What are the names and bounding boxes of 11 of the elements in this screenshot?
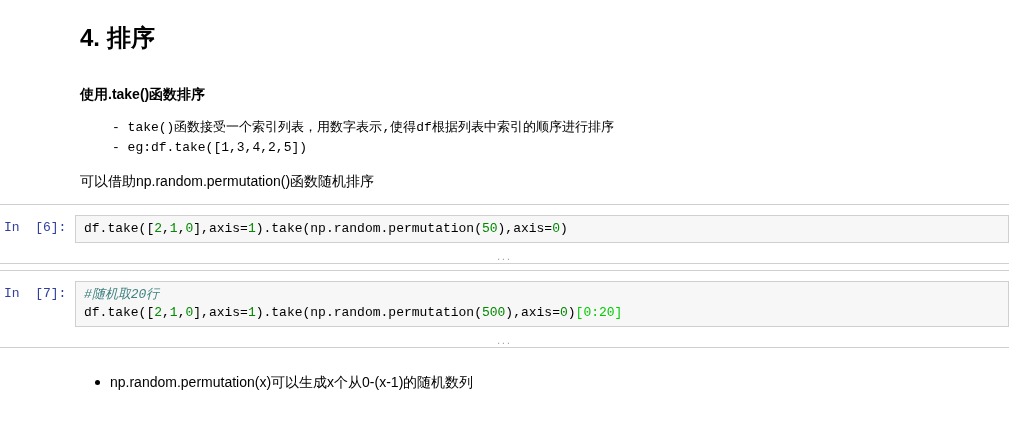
code-input[interactable]: df.take([2,1,0],axis=1).take(np.random.permutation(50),axis=0) <box>75 215 1009 243</box>
preformatted-text: - eg:df.take([1,3,4,2,5]) <box>112 139 308 157</box>
list-item: np.random.permutation(x)可以生成x个从0-(x-1)的随机数列 <box>110 373 474 392</box>
heading: 4. 排序 <box>80 23 155 53</box>
code-input[interactable]: #随机取20行 df.take([2,1,0],axis=1).take(np.random.permutation(500),axis=0)[0:20] <box>75 281 1009 327</box>
cell-prompt: In [6]: <box>3 219 68 237</box>
subheading: 使用.take()函数排序 <box>80 85 206 104</box>
paragraph: 可以借助np.random.permutation()函数随机排序 <box>80 172 375 191</box>
cell-prompt: In [7]: <box>3 285 68 303</box>
preformatted-text: - take()函数接受一个索引列表，用数字表示,使得df根据列表中索引的顺序进行排序 <box>112 119 614 137</box>
bullet-icon <box>95 380 100 385</box>
